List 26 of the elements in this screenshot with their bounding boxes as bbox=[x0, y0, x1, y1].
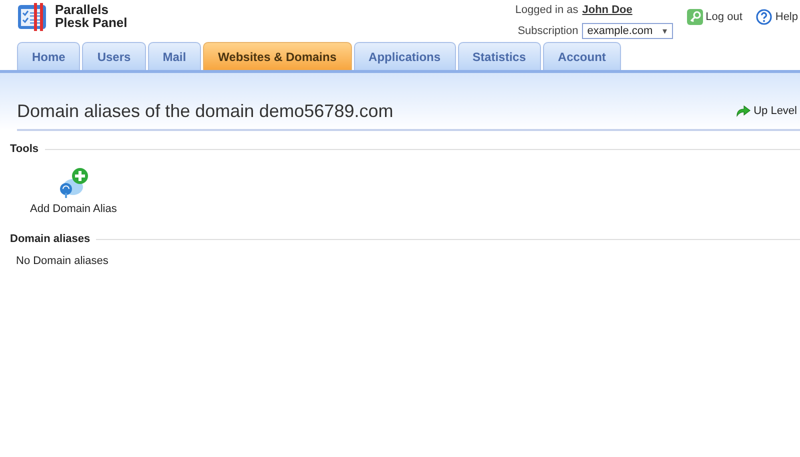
nav-tab[interactable]: Home bbox=[17, 42, 80, 70]
user-name-link[interactable]: John Doe bbox=[582, 4, 673, 16]
nav-tab[interactable]: Users bbox=[82, 42, 146, 70]
section-title: Domain aliases bbox=[10, 233, 90, 245]
up-arrow-icon bbox=[736, 104, 751, 118]
brand-name: Plesk Panel bbox=[55, 16, 128, 29]
section-title: Tools bbox=[10, 143, 39, 155]
nav-tab[interactable]: Statistics bbox=[458, 42, 541, 70]
nav-tab[interactable]: Account bbox=[542, 42, 621, 70]
help-link[interactable]: Help bbox=[775, 11, 798, 23]
logout-link[interactable]: Log out bbox=[706, 11, 742, 23]
subscription-label: Subscription bbox=[516, 24, 578, 36]
brand-name: Parallels bbox=[55, 3, 110, 16]
help-icon bbox=[756, 9, 772, 25]
key-icon bbox=[686, 9, 703, 25]
subscription-select[interactable]: example.com ▾ bbox=[582, 22, 673, 38]
up-level-link[interactable]: Up Level bbox=[754, 105, 797, 117]
empty-list-text: No Domain aliases bbox=[15, 254, 110, 267]
logged-in-label: Logged in as bbox=[515, 4, 578, 16]
nav-tab[interactable]: Mail bbox=[148, 42, 202, 70]
add-domain-alias-button[interactable]: Add Domain Alias bbox=[30, 203, 117, 215]
page-title: Domain aliases of the domain demo56789.com bbox=[17, 100, 394, 122]
nav-tab[interactable]: Websites & Domains bbox=[203, 42, 352, 70]
logo-icon bbox=[17, 3, 48, 31]
globe-add-icon bbox=[57, 167, 90, 199]
nav-tab[interactable]: Applications bbox=[354, 42, 456, 70]
